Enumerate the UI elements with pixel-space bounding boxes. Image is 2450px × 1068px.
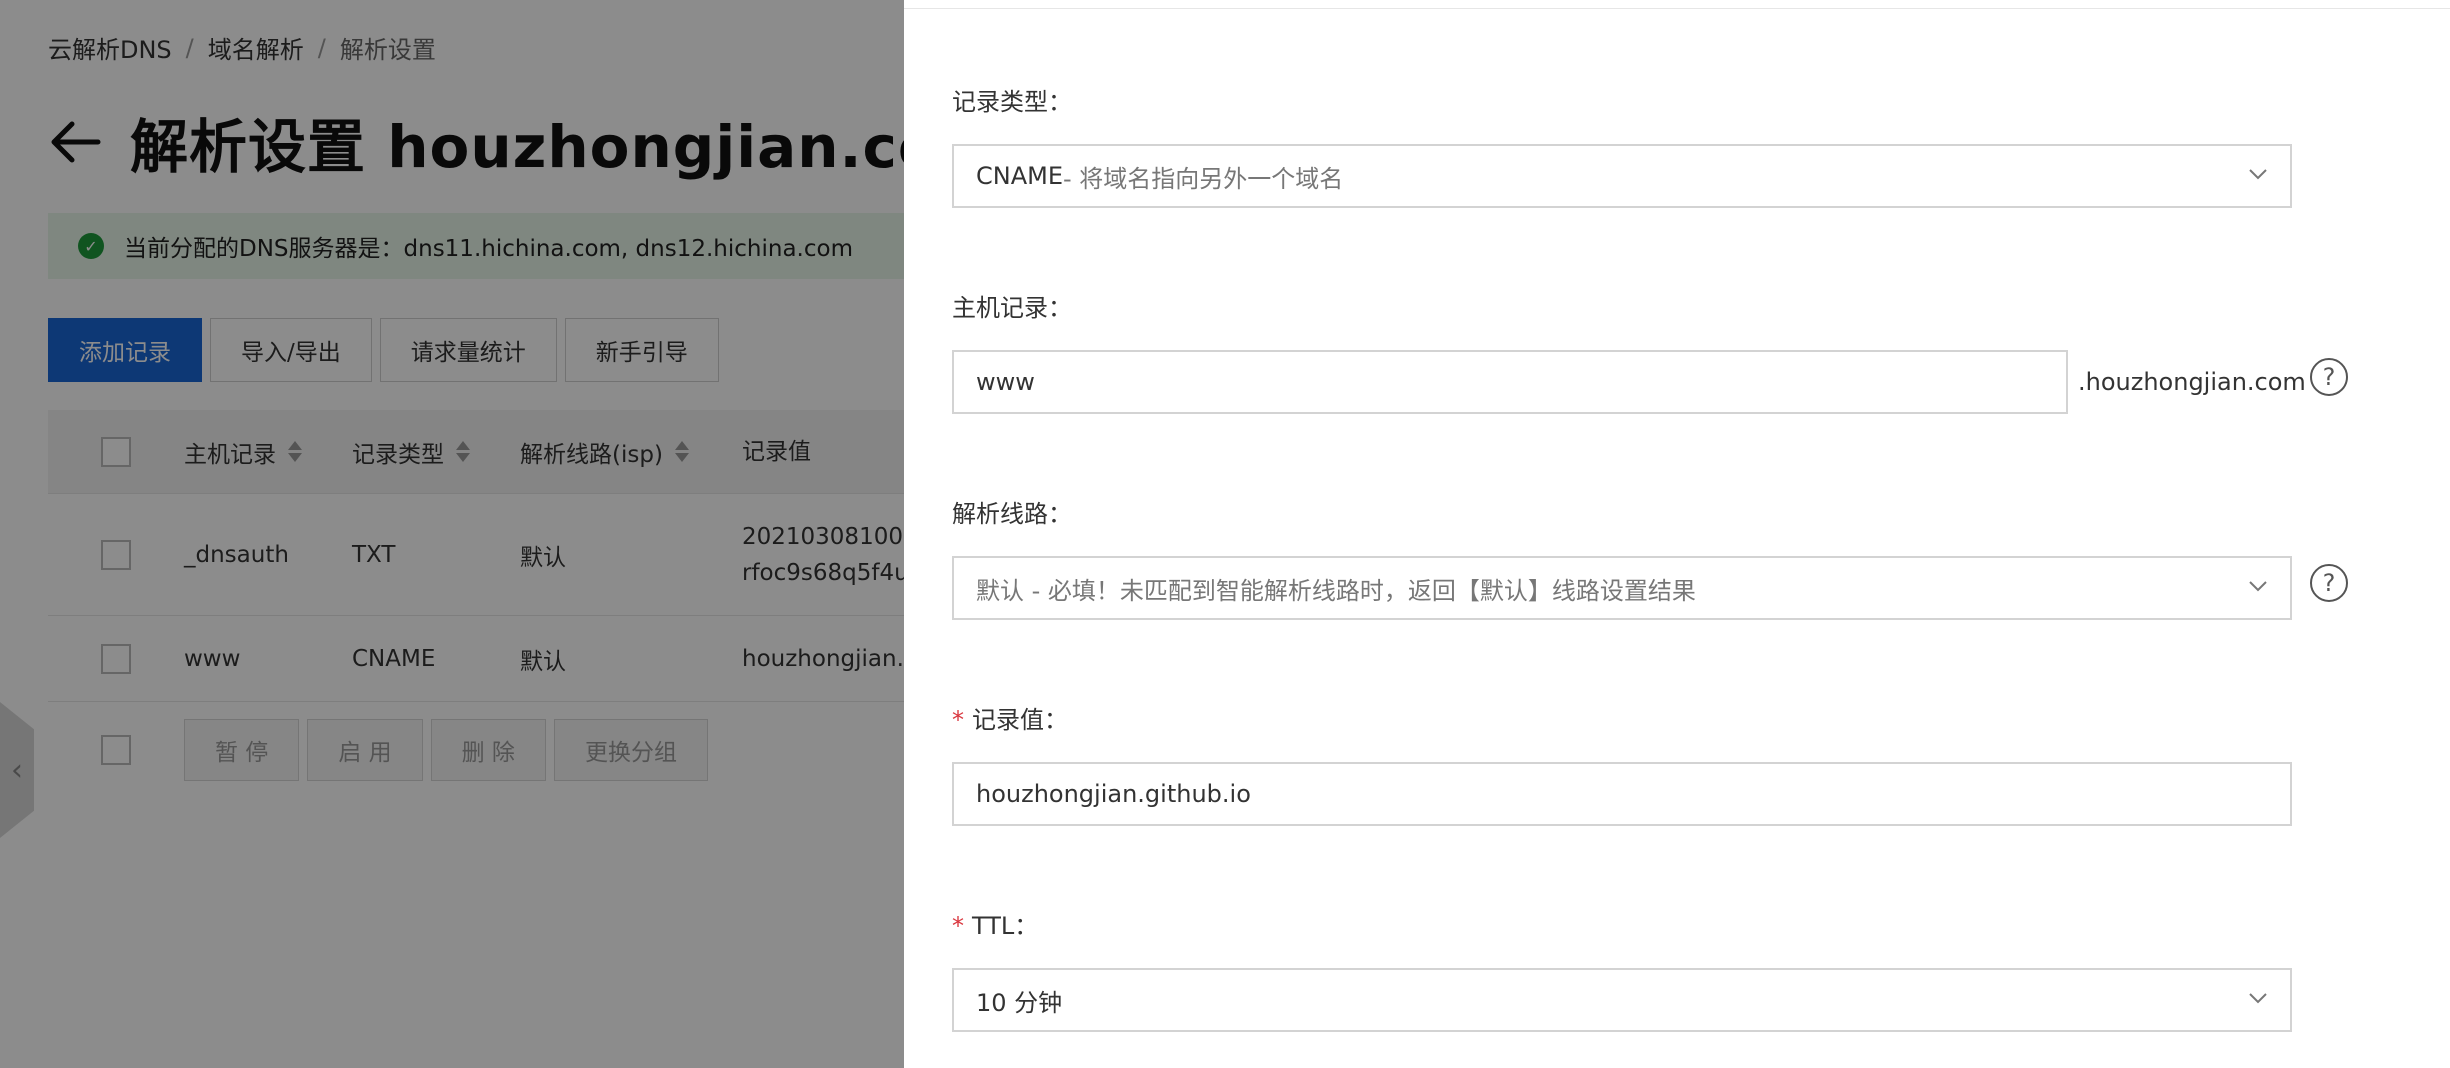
ttl-label-text: TTL： — [972, 912, 1039, 940]
resolution-line-select[interactable]: 默认 - 必填！未匹配到智能解析线路时，返回【默认】线路设置结果 — [952, 556, 2292, 620]
help-icon[interactable]: ? — [2310, 358, 2348, 396]
help-icon[interactable]: ? — [2310, 564, 2348, 602]
record-type-value: CNAME — [976, 162, 1063, 190]
ttl-label: * TTL： — [952, 906, 1038, 941]
ttl-value: 10 分钟 — [976, 988, 1063, 1017]
required-mark: * — [952, 912, 964, 940]
record-value-text: houzhongjian.github.io — [976, 780, 1251, 808]
resolution-line-label: 解析线路： — [952, 500, 1072, 528]
record-type-select[interactable]: CNAME - 将域名指向另外一个域名 — [952, 144, 2292, 208]
record-value-label: * 记录值： — [952, 700, 1068, 735]
record-type-label: 记录类型： — [952, 88, 1072, 116]
host-record-input[interactable]: www — [952, 350, 2068, 414]
ttl-select[interactable]: 10 分钟 — [952, 968, 2292, 1032]
chevron-down-icon — [2249, 169, 2267, 180]
resolution-line-value: 默认 - 必填！未匹配到智能解析线路时，返回【默认】线路设置结果 — [976, 576, 1696, 605]
add-record-drawer: 记录类型： CNAME - 将域名指向另外一个域名 主机记录： www .houz… — [904, 0, 2450, 1068]
record-type-description: - 将域名指向另外一个域名 — [1063, 164, 1344, 193]
domain-suffix: .houzhongjian.com — [2078, 368, 2306, 396]
record-value-label-text: 记录值： — [972, 706, 1068, 734]
chevron-down-icon — [2249, 993, 2267, 1004]
drawer-divider — [904, 8, 2450, 9]
host-record-value: www — [976, 368, 1035, 396]
required-mark: * — [952, 706, 964, 734]
record-value-input[interactable]: houzhongjian.github.io — [952, 762, 2292, 826]
chevron-down-icon — [2249, 581, 2267, 592]
host-record-label: 主机记录： — [952, 294, 1072, 322]
